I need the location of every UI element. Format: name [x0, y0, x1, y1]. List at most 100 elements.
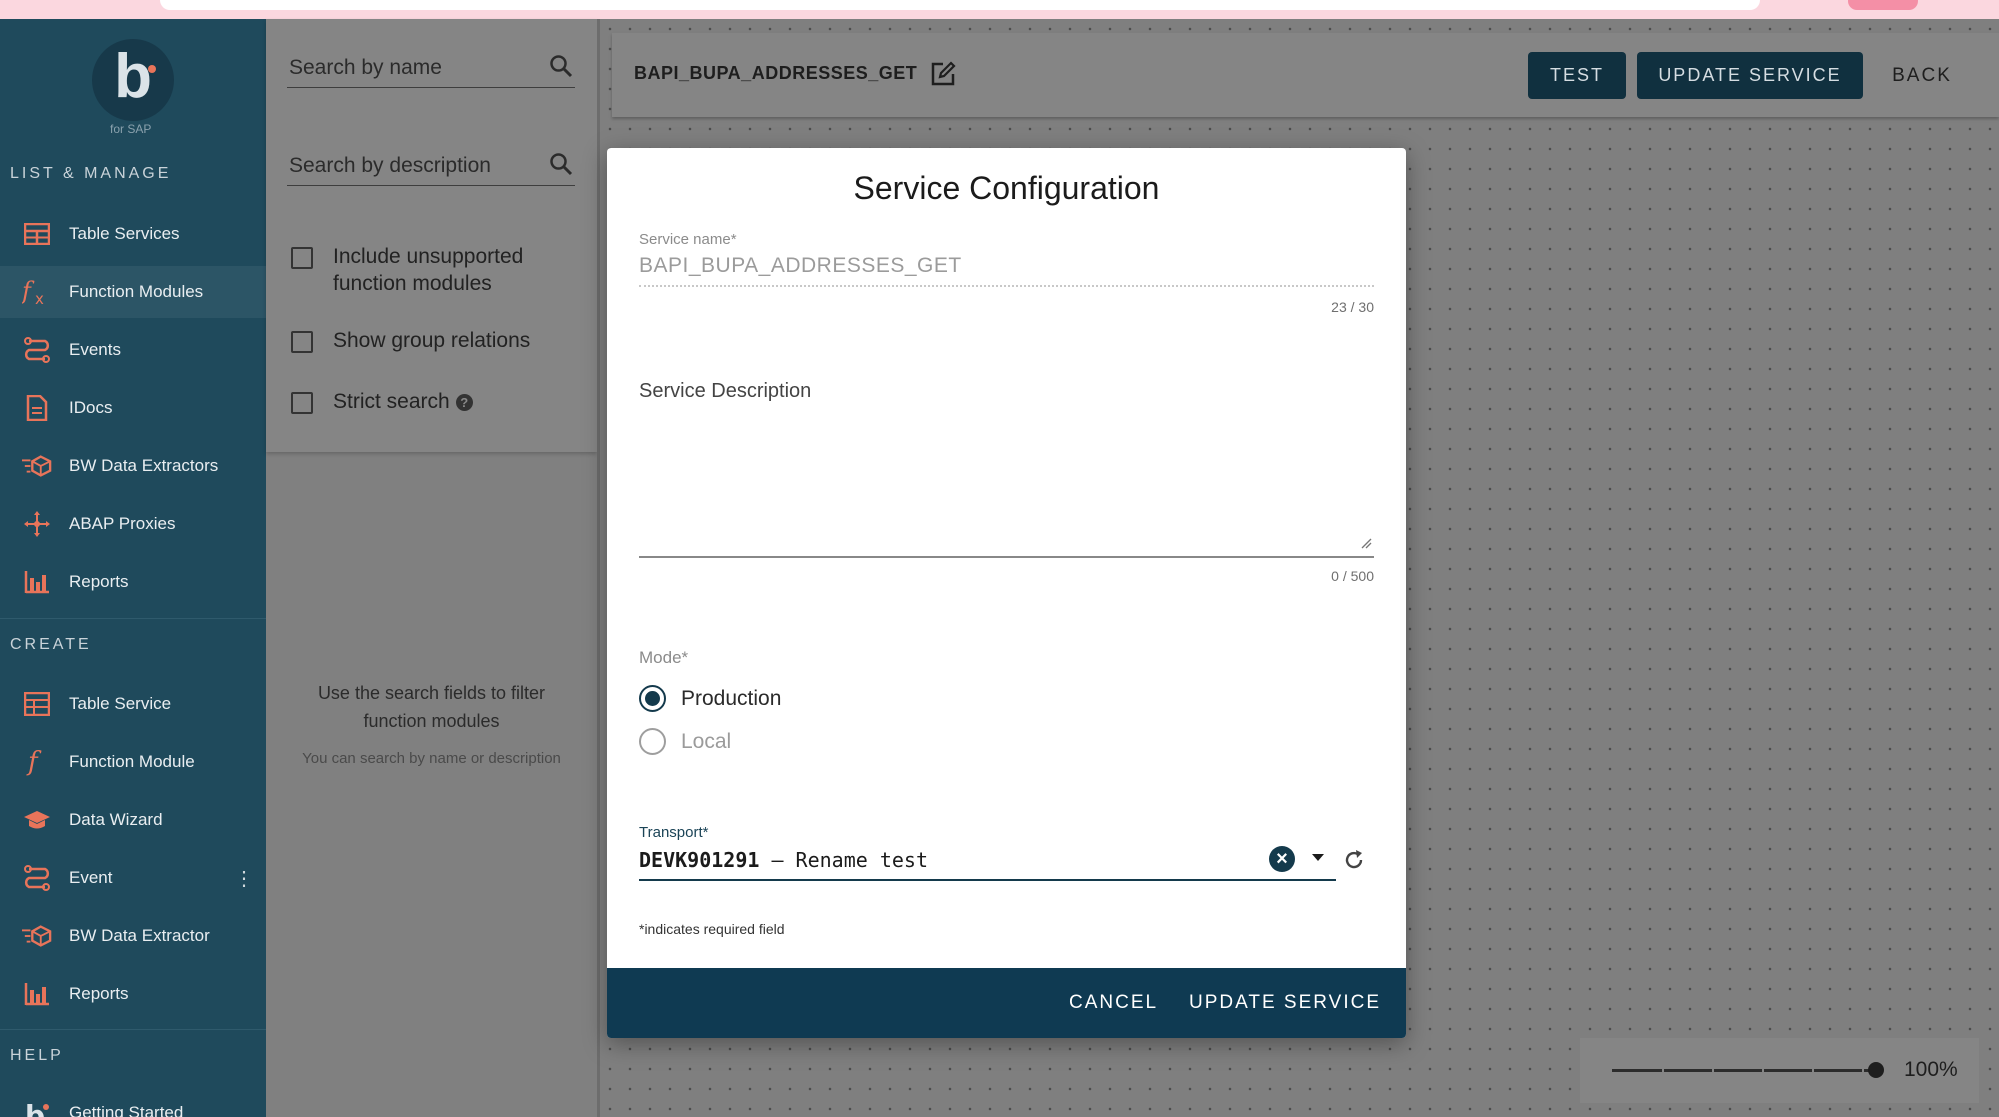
include-unsupported-label: Include unsupported function modules — [333, 243, 523, 297]
svg-text:x: x — [35, 290, 44, 305]
sidebar-item-bw-data-extractors[interactable]: BW Data Extractors — [0, 440, 266, 492]
document-icon — [22, 393, 52, 423]
sidebar-item-create-table-service[interactable]: Table Service — [0, 678, 266, 730]
sidebar-item-create-event[interactable]: Event ⋮ — [0, 852, 266, 904]
help-icon[interactable]: ? — [455, 393, 473, 411]
chevron-down-icon[interactable] — [1312, 854, 1324, 861]
logo-b-icon: b — [22, 1098, 52, 1117]
sidebar-item-reports[interactable]: Reports — [0, 556, 266, 608]
include-unsupported-line2: function modules — [333, 272, 492, 295]
proxy-icon — [22, 509, 52, 539]
show-group-relations-checkbox[interactable]: Show group relations — [291, 327, 530, 354]
sidebar-item-create-bw-data-extractor[interactable]: BW Data Extractor — [0, 910, 266, 962]
refresh-icon[interactable] — [1342, 848, 1366, 877]
more-vert-icon[interactable]: ⋮ — [234, 866, 254, 891]
radio-selected[interactable] — [639, 685, 666, 712]
search-desc-placeholder: Search by description — [289, 154, 491, 177]
sidebar-item-label: Event — [69, 868, 113, 887]
section-create: CREATE — [10, 636, 92, 653]
sidebar-item-table-services[interactable]: Table Services — [0, 208, 266, 260]
sidebar-item-label: Reports — [69, 572, 129, 591]
sidebar-item-function-modules[interactable]: fx Function Modules — [0, 266, 266, 318]
zoom-tick — [1762, 1067, 1764, 1074]
sidebar-divider — [0, 1029, 266, 1030]
checkbox-box[interactable] — [291, 247, 313, 269]
strict-search-checkbox[interactable]: Strict search? — [291, 388, 473, 415]
resize-handle-icon[interactable] — [1360, 536, 1372, 554]
mode-production-label: Production — [681, 686, 782, 710]
zoom-tick — [1712, 1067, 1714, 1074]
description-counter: 0 / 500 — [1331, 568, 1374, 584]
logo-dot — [148, 65, 156, 73]
sidebar-item-create-function-module[interactable]: f Function Module — [0, 736, 266, 788]
section-help: HELP — [10, 1047, 64, 1064]
back-button[interactable]: BACK — [1874, 52, 1970, 99]
mode-production-option[interactable]: Production — [639, 685, 781, 712]
profile-pill[interactable] — [1848, 0, 1918, 10]
include-unsupported-line1: Include unsupported — [333, 245, 524, 268]
transport-id: DEVK901291 — [639, 848, 760, 872]
service-description-label: Service Description — [639, 380, 812, 402]
clear-icon[interactable]: × — [1269, 846, 1295, 872]
graduation-cap-icon — [22, 805, 52, 835]
service-name-counter: 23 / 30 — [1331, 299, 1374, 315]
sidebar-item-label: Function Modules — [69, 282, 204, 301]
sidebar-item-label: BW Data Extractor — [69, 926, 210, 945]
transport-description: – Rename test — [759, 848, 928, 872]
logo-b-glyph: b — [114, 42, 152, 111]
zoom-percentage: 100% — [1904, 1058, 1958, 1081]
dialog-title: Service Configuration — [853, 170, 1160, 206]
search-by-description-input[interactable]: Search by description — [287, 140, 575, 186]
sidebar-item-label: Function Module — [69, 752, 195, 771]
update-service-button[interactable]: UPDATE SERVICE — [1637, 52, 1863, 99]
sidebar-item-idocs[interactable]: IDocs — [0, 382, 266, 434]
test-button[interactable]: TEST — [1528, 52, 1626, 99]
zoom-tick — [1662, 1067, 1664, 1074]
section-list-manage: LIST & MANAGE — [10, 165, 172, 182]
search-by-name-input[interactable]: Search by name — [287, 42, 575, 88]
bar-chart-icon — [22, 567, 52, 597]
search-icon[interactable] — [549, 54, 573, 83]
bar-chart-icon — [22, 979, 52, 1009]
function-icon: f — [22, 747, 52, 777]
service-toolbar: BAPI_BUPA_ADDRESSES_GET TEST UPDATE SERV… — [612, 33, 1999, 117]
address-bar[interactable] — [160, 0, 1760, 10]
dialog-update-service-button[interactable]: UPDATE SERVICE — [1189, 968, 1381, 1038]
show-group-relations-label: Show group relations — [333, 329, 531, 352]
sidebar-item-abap-proxies[interactable]: ABAP Proxies — [0, 498, 266, 550]
strict-search-label: Strict search — [333, 390, 450, 413]
sidebar-item-label: Table Service — [69, 694, 172, 713]
service-name-field: BAPI_BUPA_ADDRESSES_GET — [639, 254, 962, 277]
filter-panel: Search by name Search by description Inc… — [266, 19, 597, 1117]
empty-line1: Use the search fields to filter — [317, 683, 546, 703]
cancel-button[interactable]: CANCEL — [1069, 968, 1158, 1038]
service-title: BAPI_BUPA_ADDRESSES_GET — [634, 63, 918, 83]
checkbox-box[interactable] — [291, 331, 313, 353]
sidebar-item-create-data-wizard[interactable]: Data Wizard — [0, 794, 266, 846]
sidebar-item-label: Events — [69, 340, 121, 359]
sidebar-item-label: Table Services — [69, 224, 180, 243]
sidebar-item-events[interactable]: Events — [0, 324, 266, 376]
extractor-icon — [22, 921, 52, 951]
zoom-slider-handle[interactable] — [1868, 1062, 1884, 1078]
transport-select[interactable]: DEVK901291 – Rename test — [639, 848, 928, 872]
mode-local-option[interactable]: Local — [639, 728, 731, 755]
sidebar-item-getting-started[interactable]: b Getting Started — [0, 1087, 266, 1117]
empty-state-hint: You can search by name or description — [302, 750, 561, 767]
sidebar-item-label: IDocs — [69, 398, 113, 417]
include-unsupported-checkbox[interactable]: Include unsupported function modules — [291, 243, 523, 297]
mode-label: Mode* — [639, 648, 689, 667]
radio-unselected[interactable] — [639, 728, 666, 755]
search-icon[interactable] — [549, 152, 573, 181]
zoom-slider[interactable] — [1612, 1069, 1877, 1072]
svg-text:b: b — [25, 1099, 45, 1117]
search-name-placeholder: Search by name — [289, 56, 442, 79]
zoom-tick — [1862, 1067, 1864, 1074]
empty-line2: function modules — [363, 711, 500, 731]
browser-top-strip — [0, 0, 1999, 19]
function-icon: fx — [22, 277, 52, 307]
sidebar-item-create-reports[interactable]: Reports — [0, 968, 266, 1020]
checkbox-box[interactable] — [291, 392, 313, 414]
app-logo[interactable]: b — [92, 39, 174, 121]
edit-icon[interactable] — [930, 61, 956, 92]
